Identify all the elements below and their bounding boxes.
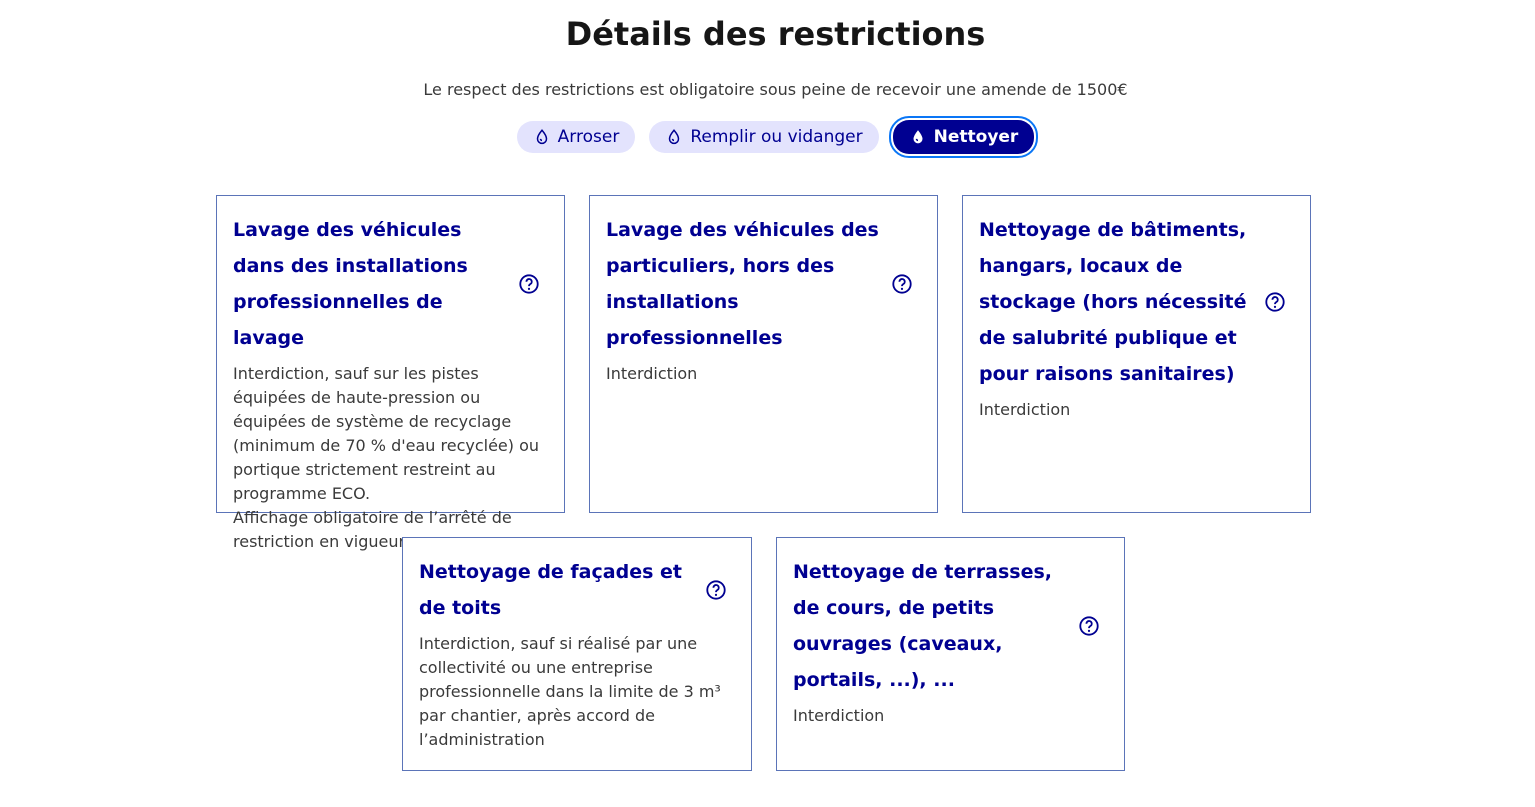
tab-nettoyer[interactable]: Nettoyer [888, 116, 1039, 158]
card-description: Interdiction, sauf si réalisé par une co… [419, 634, 721, 749]
restriction-card-nettoyage-facades: Nettoyage de façades et de toits Interdi… [402, 537, 752, 771]
restriction-card-nettoyage-batiments: Nettoyage de bâtiments, hangars, locaux … [962, 195, 1311, 513]
restriction-card-lavage-particuliers: Lavage des véhicules des particuliers, h… [589, 195, 938, 513]
question-circle-icon[interactable] [518, 273, 540, 295]
question-circle-icon[interactable] [1078, 615, 1100, 637]
restriction-card-nettoyage-terrasses: Nettoyage de terrasses, de cours, de pet… [776, 537, 1125, 771]
water-drop-icon [533, 128, 551, 146]
restriction-card-lavage-installations-pro: Lavage des véhicules dans des installati… [216, 195, 565, 551]
tab-remplir-ou-vidanger[interactable]: Remplir ou vidanger [649, 121, 879, 153]
card-description: Interdiction [793, 706, 885, 725]
water-drop-icon [909, 128, 927, 146]
tab-label: Remplir ou vidanger [690, 127, 863, 147]
question-circle-icon[interactable] [705, 579, 727, 601]
water-drop-icon [665, 128, 683, 146]
tab-label: Arroser [557, 127, 620, 147]
card-title: Lavage des véhicules dans des installati… [233, 219, 468, 349]
card-title: Lavage des véhicules des particuliers, h… [606, 219, 879, 349]
tab-arroser[interactable]: Arroser [516, 121, 636, 153]
card-description: Interdiction [606, 364, 698, 383]
card-title: Nettoyage de façades et de toits [419, 561, 682, 619]
tab-label: Nettoyer [933, 127, 1019, 147]
page-subtitle: Le respect des restrictions est obligato… [423, 80, 1128, 99]
card-title: Nettoyage de terrasses, de cours, de pet… [793, 561, 1052, 691]
page-title: Détails des restrictions [565, 15, 986, 53]
card-description: Interdiction, sauf sur les pistes équipé… [233, 364, 540, 551]
card-title: Nettoyage de bâtiments, hangars, locaux … [979, 219, 1247, 385]
usage-tabs: Arroser Remplir ou vidanger Nettoyer [0, 116, 1535, 158]
restrictions-page: Détails des restrictions Le respect des … [0, 0, 1535, 807]
question-circle-icon[interactable] [1264, 291, 1286, 313]
question-circle-icon[interactable] [891, 273, 913, 295]
card-description: Interdiction [979, 400, 1071, 419]
